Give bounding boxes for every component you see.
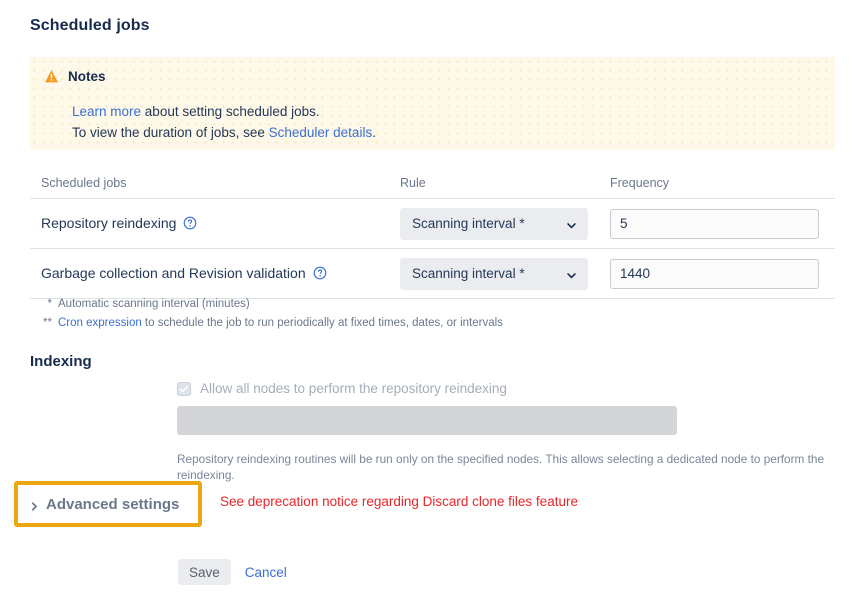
footnote-text: Automatic scanning interval (minutes) (58, 298, 250, 310)
scheduler-details-link[interactable]: Scheduler details (269, 125, 373, 140)
notes-panel: Notes Learn more about setting scheduled… (30, 57, 835, 150)
chevron-down-icon (566, 218, 577, 229)
frequency-input-repository-reindexing[interactable] (610, 208, 819, 239)
advanced-settings-toggle[interactable]: Advanced settings (14, 481, 202, 527)
learn-more-link[interactable]: Learn more (72, 104, 141, 119)
notes-line-1-text: about setting scheduled jobs. (141, 104, 320, 119)
footnote-marker: ** (43, 317, 52, 329)
chevron-right-icon (30, 499, 39, 511)
page-title: Scheduled jobs (30, 17, 150, 34)
table-row: Garbage collection and Revision validati… (30, 248, 835, 298)
allow-all-nodes-checkbox-row[interactable]: Allow all nodes to perform the repositor… (177, 381, 507, 396)
footnote-marker: * (47, 298, 52, 310)
specified-nodes-input (177, 406, 677, 435)
save-button[interactable]: Save (178, 559, 231, 585)
indexing-section-title: Indexing (30, 353, 92, 370)
column-header-name: Scheduled jobs (41, 176, 127, 190)
checkbox-checked-disabled-icon[interactable] (177, 381, 191, 396)
footer-actions: Save Cancel (178, 559, 289, 585)
column-header-frequency: Frequency (610, 176, 670, 190)
rule-cell: Scanning interval * (400, 207, 610, 240)
indexing-help-text: Repository reindexing routines will be r… (177, 452, 825, 482)
frequency-cell (610, 208, 834, 239)
help-circle-icon[interactable] (313, 266, 327, 280)
footnote-text: Cron expression to schedule the job to r… (58, 314, 503, 333)
rule-cell: Scanning interval * (400, 257, 610, 290)
frequency-cell (610, 258, 834, 289)
rule-select-garbage-collection[interactable]: Scanning interval * (400, 257, 588, 290)
footnote-single-asterisk: * Automatic scanning interval (minutes) (36, 295, 503, 314)
notes-header: Notes (44, 69, 106, 84)
notes-line-1: Learn more about setting scheduled jobs. (72, 101, 376, 122)
deprecation-notice-link[interactable]: See deprecation notice regarding Discard… (220, 494, 578, 509)
job-name-label: Repository reindexing (41, 214, 177, 231)
job-name-cell: Garbage collection and Revision validati… (30, 265, 400, 283)
job-name-cell: Repository reindexing (30, 215, 400, 233)
notes-line-2-suffix: . (372, 125, 376, 140)
cancel-button[interactable]: Cancel (243, 565, 289, 580)
footnote-double-asterisk: ** Cron expression to schedule the job t… (36, 314, 503, 333)
help-circle-icon[interactable] (183, 216, 197, 230)
notes-title: Notes (68, 69, 106, 84)
rule-select-value: Scanning interval * (412, 216, 525, 231)
column-header-rule: Rule (400, 176, 426, 190)
rule-select-value: Scanning interval * (412, 266, 525, 281)
scheduled-jobs-table: Scheduled jobs Rule Frequency Repository… (30, 168, 835, 299)
job-name-label: Garbage collection and Revision validati… (41, 264, 306, 281)
chevron-down-icon (566, 268, 577, 279)
cron-expression-link[interactable]: Cron expression (58, 317, 142, 329)
warning-triangle-icon (44, 69, 59, 84)
table-header-row: Scheduled jobs Rule Frequency (30, 168, 835, 198)
scheduled-jobs-page: Scheduled jobs Notes Learn more about se… (0, 0, 865, 600)
notes-line-2: To view the duration of jobs, see Schedu… (72, 122, 376, 143)
notes-line-2-prefix: To view the duration of jobs, see (72, 125, 269, 140)
advanced-settings-label: Advanced settings (46, 495, 180, 513)
notes-body: Learn more about setting scheduled jobs.… (72, 101, 376, 143)
footnote-rest: to schedule the job to run periodically … (141, 317, 503, 329)
frequency-input-garbage-collection[interactable] (610, 258, 819, 289)
rule-select-repository-reindexing[interactable]: Scanning interval * (400, 207, 588, 240)
allow-all-nodes-label: Allow all nodes to perform the repositor… (200, 381, 507, 396)
footnotes: * Automatic scanning interval (minutes) … (36, 295, 503, 333)
table-row: Repository reindexing Scanning interval … (30, 198, 835, 248)
